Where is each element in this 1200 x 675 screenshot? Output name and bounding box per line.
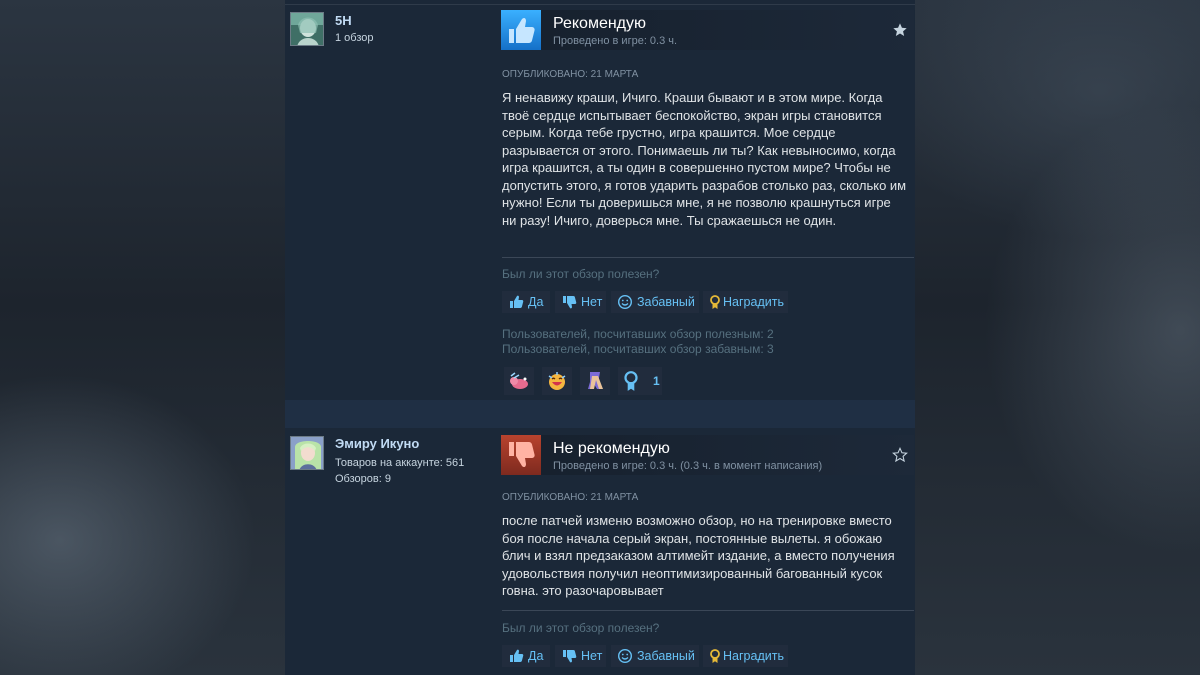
award-button[interactable]: Наградить xyxy=(703,291,788,313)
thumbs-up-icon xyxy=(501,10,541,50)
award-button[interactable]: Наградить xyxy=(703,645,788,667)
thumbs-up-icon xyxy=(510,649,524,662)
smiley-icon xyxy=(617,294,633,310)
hours-played: Проведено в игре: 0.3 ч. (0.3 ч. в момен… xyxy=(553,460,823,472)
legs-icon xyxy=(588,372,603,389)
review-card: 5H 1 обзор Рекомендую Проведено в игре: … xyxy=(285,5,915,400)
review-text: Я ненавижу краши, Ичиго. Краши бывают и … xyxy=(502,90,907,228)
smiley-icon xyxy=(617,648,633,664)
reaction-award[interactable] xyxy=(504,367,534,395)
verdict-bar[interactable]: Не рекомендую Проведено в игре: 0.3 ч. (… xyxy=(501,435,914,475)
star-icon[interactable] xyxy=(892,22,908,38)
user-review-count[interactable]: Обзоров: 9 xyxy=(335,473,391,485)
award-label: Наградить xyxy=(723,649,784,663)
award-ribbon-icon xyxy=(710,295,720,309)
thumbs-up-icon xyxy=(510,295,524,308)
award-ribbon-icon xyxy=(710,649,720,663)
hours-played: Проведено в игре: 0.3 ч. xyxy=(553,35,678,47)
reaction-award[interactable] xyxy=(542,367,572,395)
vote-yes-button[interactable]: Да xyxy=(502,645,550,667)
posted-date: ОПУБЛИКОВАНО: 21 МАРТА xyxy=(502,492,639,503)
divider xyxy=(502,257,914,258)
vote-yes-label: Да xyxy=(528,649,544,663)
thumbs-down-icon xyxy=(501,435,541,475)
user-name[interactable]: Эмиру Икуно xyxy=(335,436,419,451)
review-card: Эмиру Икуно Товаров на аккаунте: 561 Обз… xyxy=(285,428,915,675)
verdict-bar[interactable]: Рекомендую Проведено в игре: 0.3 ч. xyxy=(501,10,914,50)
funny-count: Пользователей, посчитавших обзор забавны… xyxy=(502,341,774,356)
user-name[interactable]: 5H xyxy=(335,13,352,28)
avatar-image xyxy=(291,437,323,469)
vote-funny-button[interactable]: Забавный xyxy=(611,291,699,313)
vote-no-label: Нет xyxy=(581,649,603,663)
posted-date: ОПУБЛИКОВАНО: 21 МАРТА xyxy=(502,69,639,80)
helpful-stats: Пользователей, посчитавших обзор полезны… xyxy=(502,327,774,356)
vote-no-label: Нет xyxy=(581,295,603,309)
vote-yes-button[interactable]: Да xyxy=(502,291,550,313)
award-ribbon-icon xyxy=(624,371,638,391)
thumbs-down-icon xyxy=(563,650,577,663)
vote-no-button[interactable]: Нет xyxy=(555,291,606,313)
vote-no-button[interactable]: Нет xyxy=(555,645,606,667)
review-text: после патчей изменю возможно обзор, но н… xyxy=(502,513,895,598)
star-icon[interactable] xyxy=(892,447,908,463)
user-avatar[interactable] xyxy=(290,12,324,46)
award-label: Наградить xyxy=(723,295,784,309)
vote-funny-label: Забавный xyxy=(637,649,695,663)
avatar-image xyxy=(291,13,323,45)
laughing-face-icon xyxy=(548,372,566,390)
verdict-label: Не рекомендую xyxy=(553,440,670,457)
award-count: 1 xyxy=(653,374,660,388)
verdict-label: Рекомендую xyxy=(553,15,647,32)
helpful-question: Был ли этот обзор полезен? xyxy=(502,267,660,281)
thumbs-down-icon xyxy=(563,296,577,309)
user-avatar[interactable] xyxy=(290,436,324,470)
divider xyxy=(502,610,914,611)
review-separator xyxy=(285,400,915,428)
reaction-award[interactable] xyxy=(580,367,610,395)
sleepy-pig-icon xyxy=(510,372,528,389)
user-products-count[interactable]: Товаров на аккаунте: 561 xyxy=(335,457,464,469)
helpful-count: Пользователей, посчитавших обзор полезны… xyxy=(502,327,774,341)
helpful-question: Был ли этот обзор полезен? xyxy=(502,621,660,635)
user-review-count[interactable]: 1 обзор xyxy=(335,32,374,44)
vote-funny-label: Забавный xyxy=(637,295,695,309)
vote-funny-button[interactable]: Забавный xyxy=(611,645,699,667)
vote-yes-label: Да xyxy=(528,295,544,309)
